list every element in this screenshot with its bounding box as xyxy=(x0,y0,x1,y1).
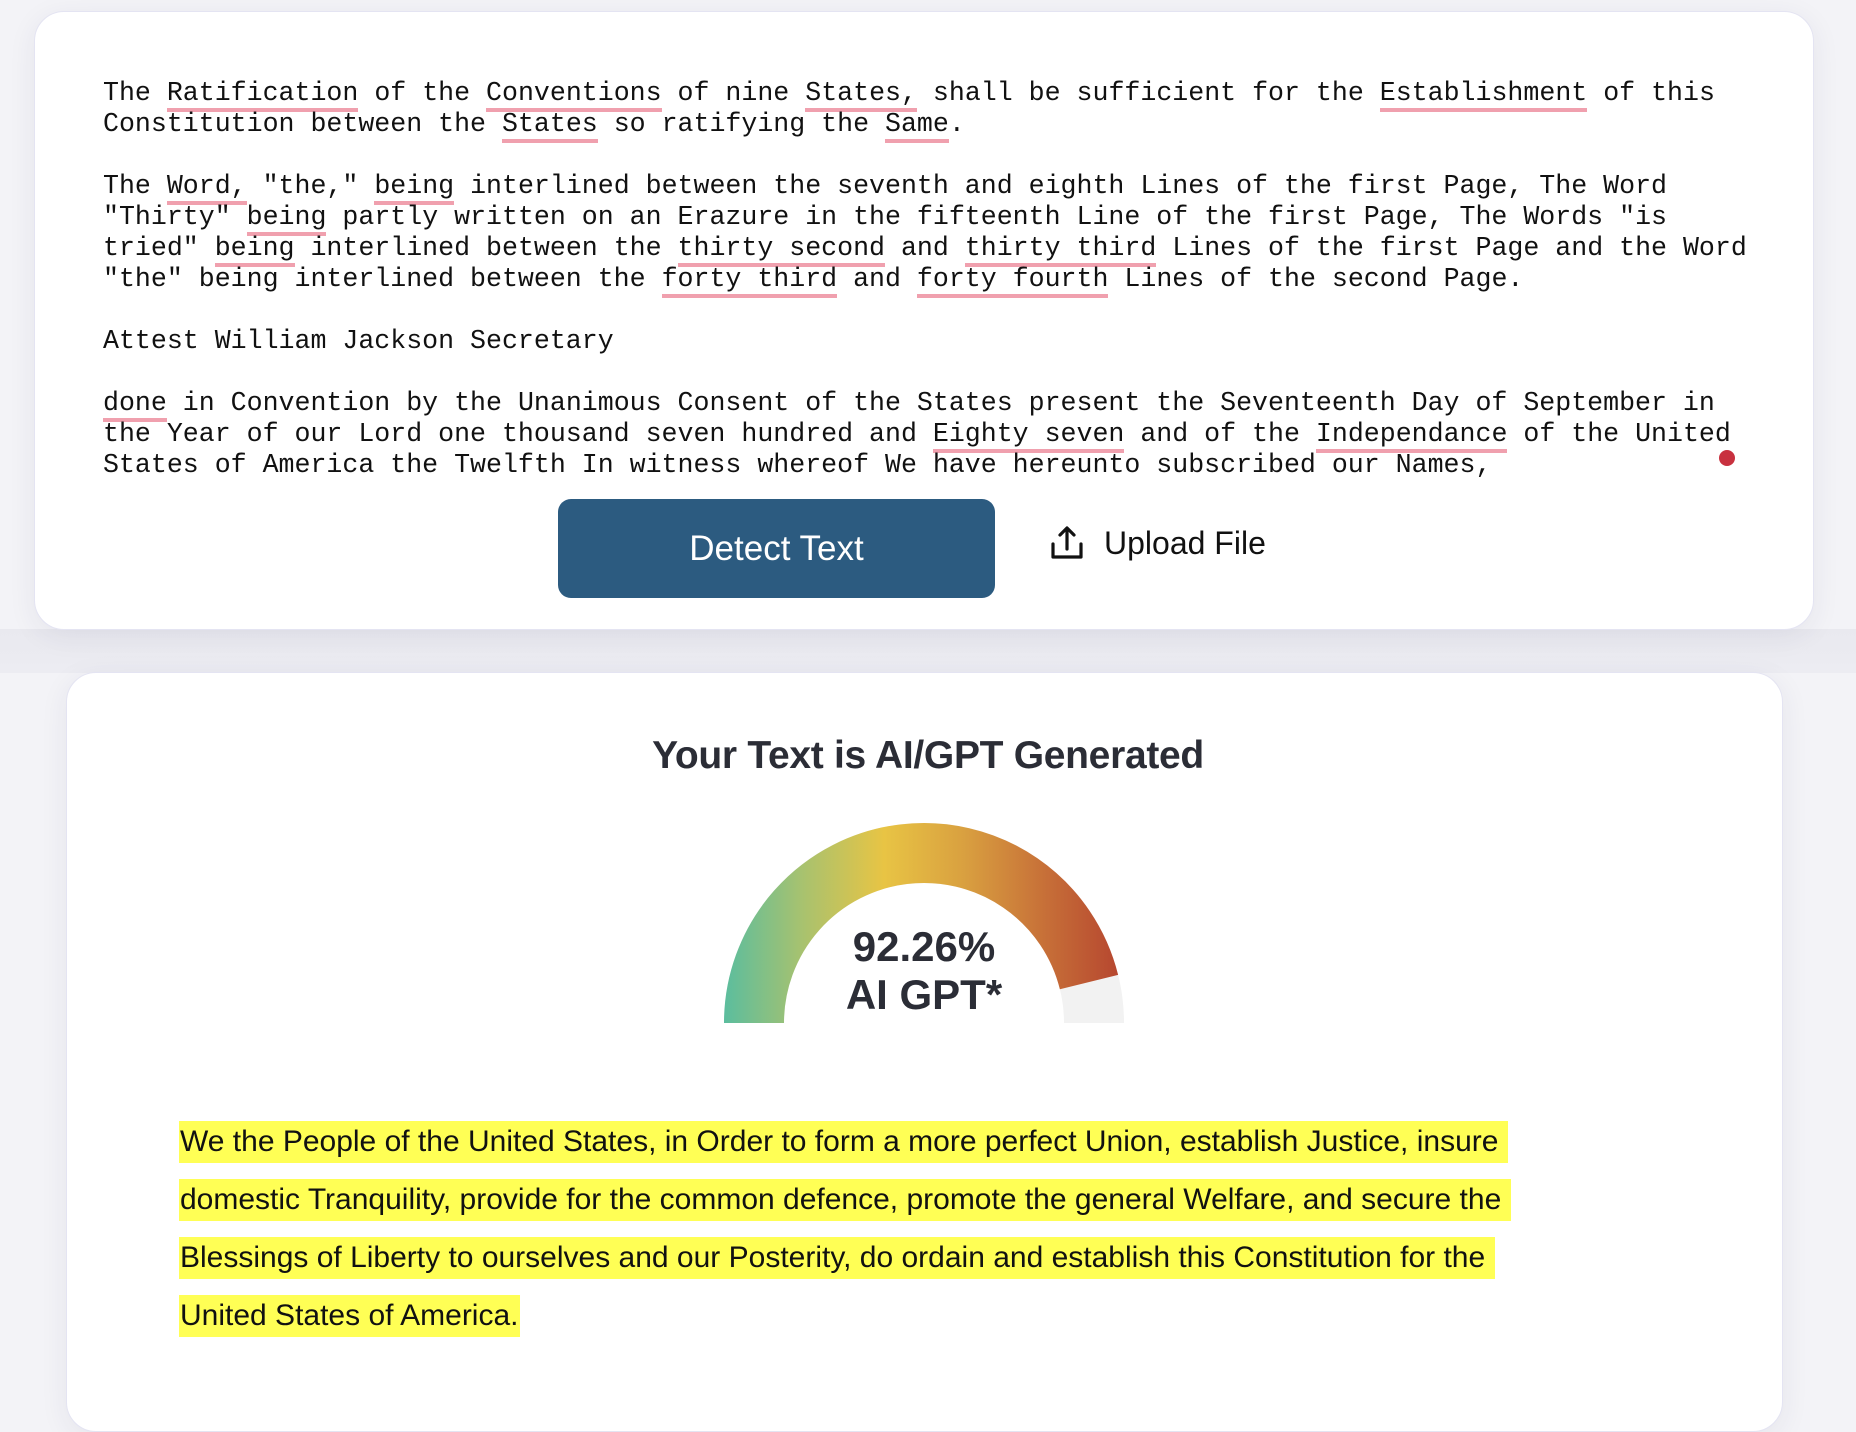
upload-icon xyxy=(1048,524,1086,562)
flagged-word[interactable]: thirty second xyxy=(677,233,885,267)
flagged-word[interactable]: being xyxy=(374,171,455,205)
editor-line: tried" being interlined between the thir… xyxy=(103,233,1763,267)
editor-line: "Thirty" being partly written on an Eraz… xyxy=(103,202,1763,236)
text-segment: the Year of our Lord one thousand seven … xyxy=(103,419,933,449)
text-segment: and of the xyxy=(1124,419,1316,449)
text-segment: The xyxy=(103,78,167,108)
text-segment: tried" xyxy=(103,233,215,263)
upload-file-button[interactable]: Upload File xyxy=(1048,518,1266,568)
text-segment: Lines of the second Page. xyxy=(1108,264,1524,294)
text-segment: "the" being interlined between the xyxy=(103,264,662,294)
text-segment: of the xyxy=(358,78,487,108)
highlighted-ai-text: We the People of the United States, in O… xyxy=(179,1113,1639,1345)
highlighted-line: United States of America. xyxy=(179,1287,1639,1345)
highlighted-sentence: We the People of the United States, in O… xyxy=(179,1121,1508,1163)
text-segment: "the," xyxy=(246,171,375,201)
flagged-word[interactable]: thirty third xyxy=(964,233,1157,267)
flagged-word[interactable]: being xyxy=(214,233,295,267)
flagged-word[interactable]: Word, xyxy=(166,171,247,205)
text-segment: and xyxy=(837,264,917,294)
highlighted-line: domestic Tranquility, provide for the co… xyxy=(179,1171,1639,1229)
flagged-word[interactable]: States xyxy=(501,109,598,143)
highlighted-line: We the People of the United States, in O… xyxy=(179,1113,1639,1171)
flagged-word[interactable]: Establishment xyxy=(1379,78,1588,112)
flagged-word[interactable]: forty fourth xyxy=(916,264,1109,298)
text-segment: shall be sufficient for the xyxy=(916,78,1380,108)
flagged-word[interactable]: Eighty seven xyxy=(932,419,1125,453)
ai-score-label: AI GPT* xyxy=(845,971,1003,1018)
text-segment: partly written on an Erazure in the fift… xyxy=(326,202,1667,232)
highlighted-sentence: United States of America. xyxy=(179,1295,520,1337)
result-title: Your Text is AI/GPT Generated xyxy=(652,734,1204,777)
text-segment: of nine xyxy=(661,78,806,108)
editor-line: States of America the Twelfth In witness… xyxy=(103,450,1763,481)
highlighted-line: Blessings of Liberty to ourselves and ou… xyxy=(179,1229,1639,1287)
editor-line: "the" being interlined between the forty… xyxy=(103,264,1763,298)
flagged-word[interactable]: forty third xyxy=(661,264,838,298)
text-input-area[interactable]: The Ratification of the Conventions of n… xyxy=(103,78,1763,490)
editor-line: Attest William Jackson Secretary xyxy=(103,326,1763,357)
highlighted-sentence: domestic Tranquility, provide for the co… xyxy=(179,1179,1511,1221)
page-background-band xyxy=(0,629,1856,673)
editor-line: The Ratification of the Conventions of n… xyxy=(103,78,1763,112)
editor-line: the Year of our Lord one thousand seven … xyxy=(103,419,1763,453)
flagged-word[interactable]: Independance xyxy=(1315,419,1508,453)
flagged-word[interactable]: Ratification xyxy=(166,78,359,112)
text-segment: so ratifying the xyxy=(597,109,886,139)
text-segment: and xyxy=(885,233,965,263)
text-segment: interlined between the xyxy=(294,233,678,263)
editor-line: Constitution between the States so ratif… xyxy=(103,109,1763,143)
flagged-word[interactable]: Conventions xyxy=(486,78,662,112)
text-segment: States of America the Twelfth In witness… xyxy=(103,450,1492,480)
text-segment: Lines of the first Page and the Word xyxy=(1156,233,1747,263)
text-segment: interlined between the seventh and eight… xyxy=(454,171,1667,201)
editor-line: done in Convention by the Unanimous Cons… xyxy=(103,388,1763,422)
highlighted-sentence: Blessings of Liberty to ourselves and ou… xyxy=(179,1237,1495,1279)
flagged-word[interactable]: being xyxy=(246,202,327,236)
text-segment: . xyxy=(948,109,965,139)
text-segment: The xyxy=(103,171,167,201)
text-segment: Constitution between the xyxy=(103,109,502,139)
text-segment: of the United xyxy=(1507,419,1731,449)
grammar-indicator-dot[interactable] xyxy=(1719,450,1735,466)
flagged-word[interactable]: done xyxy=(103,388,167,422)
ai-score-percentage: 92.26% xyxy=(852,923,996,970)
flagged-word[interactable]: Same xyxy=(885,109,949,143)
text-segment: "Thirty" xyxy=(103,202,247,232)
upload-file-label: Upload File xyxy=(1104,524,1266,561)
text-segment: in Convention by the Unanimous Consent o… xyxy=(166,388,1715,418)
flagged-word[interactable]: States, xyxy=(805,78,917,112)
detect-text-button[interactable]: Detect Text xyxy=(558,499,995,598)
text-segment: of this xyxy=(1587,78,1715,108)
text-segment: Attest William Jackson Secretary xyxy=(103,326,614,356)
editor-line: The Word, "the," being interlined betwee… xyxy=(103,171,1763,205)
